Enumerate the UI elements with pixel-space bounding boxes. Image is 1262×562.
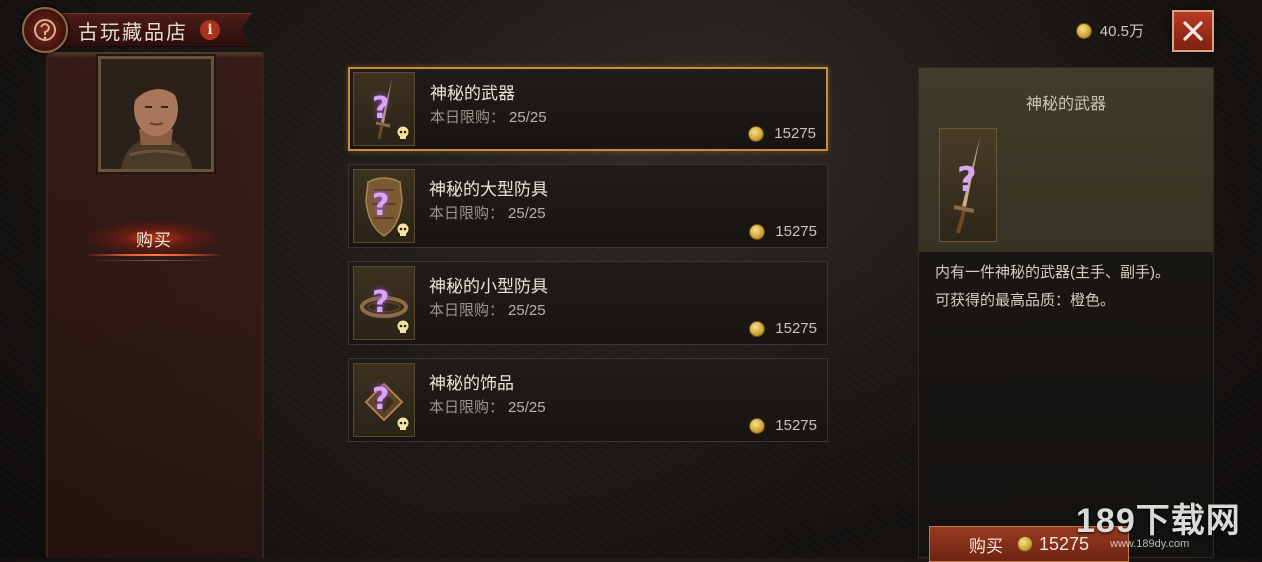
description-contents: 内有一件神秘的武器(主手、副手)。 xyxy=(935,264,1170,281)
gold-coin-icon xyxy=(1075,22,1092,39)
question-mark-icon: ? xyxy=(372,188,390,223)
shop-emblem-icon xyxy=(22,7,68,53)
item-detail-panel: 神秘的武器 ? 内有一件神秘的武器(主手、副手)。 可获得的最高品质：橙色。 xyxy=(918,67,1214,558)
limit-label: 本日限购： xyxy=(429,302,505,319)
gold-coin-icon xyxy=(749,223,766,240)
limit-value: 25/25 xyxy=(508,205,546,222)
tab-buy[interactable]: 购买 xyxy=(84,220,224,256)
price-value: 15275 xyxy=(775,417,817,434)
item-name: 神秘的饰品 xyxy=(429,374,514,393)
limit-label: 本日限购： xyxy=(430,109,506,126)
detail-header: 神秘的武器 ? xyxy=(919,68,1213,252)
list-item-mystery-jewelry[interactable]: ? 神秘的饰品 本日限购： 25/25 15275 xyxy=(348,358,828,442)
price-value: 15275 xyxy=(775,223,817,240)
list-item-mystery-small-armor[interactable]: ? 神秘的小型防具 本日限购： 25/25 15275 xyxy=(348,261,828,345)
watermark-url: www.189dy.com xyxy=(1110,538,1190,550)
gold-coin-icon xyxy=(749,320,766,337)
skull-icon xyxy=(397,223,409,236)
item-price: 15275 xyxy=(749,417,817,434)
question-mark-icon: ? xyxy=(957,160,977,200)
item-price: 15275 xyxy=(749,320,817,337)
currency-display: 40.5万 xyxy=(1075,20,1144,41)
info-icon[interactable]: i xyxy=(200,20,220,40)
watermark-text: 189下载网 xyxy=(1076,502,1241,540)
currency-amount: 40.5万 xyxy=(1099,23,1144,40)
gold-coin-icon xyxy=(749,417,766,434)
item-daily-limit: 本日限购： 25/25 xyxy=(430,106,547,127)
skull-icon xyxy=(397,126,409,139)
question-mark-icon: ? xyxy=(372,91,390,126)
buy-button-label: 购买 xyxy=(968,536,1003,556)
close-icon xyxy=(1183,21,1203,41)
shop-header: 古玩藏品店 i xyxy=(22,7,274,53)
item-daily-limit: 本日限购： 25/25 xyxy=(429,202,546,223)
mystery-small-armor-icon: ? xyxy=(353,266,415,340)
price-value: 15275 xyxy=(774,125,816,142)
item-daily-limit: 本日限购： 25/25 xyxy=(429,299,546,320)
skull-icon xyxy=(397,320,409,333)
mystery-weapon-icon: ? xyxy=(353,72,415,146)
item-name: 神秘的小型防具 xyxy=(429,277,548,296)
vendor-portrait xyxy=(98,56,214,172)
limit-value: 25/25 xyxy=(508,302,546,319)
item-daily-limit: 本日限购： 25/25 xyxy=(429,396,546,417)
shop-title-plate: 古玩藏品店 i xyxy=(60,13,252,47)
price-value: 15275 xyxy=(775,320,817,337)
item-price: 15275 xyxy=(749,223,817,240)
item-list: ? 神秘的武器 本日限购： 25/25 15275 ? 神秘的大型防具 本日限购… xyxy=(348,67,830,455)
question-mark-icon: ? xyxy=(372,285,390,320)
limit-label: 本日限购： xyxy=(429,399,505,416)
limit-label: 本日限购： xyxy=(429,205,505,222)
close-button[interactable] xyxy=(1172,10,1214,52)
mystery-jewelry-icon: ? xyxy=(353,363,415,437)
item-price: 15275 xyxy=(748,125,816,142)
limit-value: 25/25 xyxy=(509,109,547,126)
list-item-mystery-large-armor[interactable]: ? 神秘的大型防具 本日限购： 25/25 15275 xyxy=(348,164,828,248)
item-name: 神秘的大型防具 xyxy=(429,180,548,199)
mystery-large-armor-icon: ? xyxy=(353,169,415,243)
shop-title: 古玩藏品店 xyxy=(78,21,188,44)
description-quality: 可获得的最高品质：橙色。 xyxy=(935,292,1116,309)
mystery-weapon-large-icon: ? xyxy=(939,128,997,242)
detail-title: 神秘的武器 xyxy=(1025,96,1106,113)
list-item-mystery-weapon[interactable]: ? 神秘的武器 本日限购： 25/25 15275 xyxy=(348,67,828,151)
question-mark-icon: ? xyxy=(372,382,390,417)
detail-description: 内有一件神秘的武器(主手、副手)。 可获得的最高品质：橙色。 xyxy=(935,260,1203,316)
gold-coin-icon xyxy=(748,125,765,142)
sidebar-divider xyxy=(88,260,222,261)
vendor-panel: 购买 xyxy=(46,52,264,558)
limit-value: 25/25 xyxy=(508,399,546,416)
item-name: 神秘的武器 xyxy=(430,84,515,103)
skull-icon xyxy=(397,417,409,430)
gold-coin-icon xyxy=(1016,536,1033,552)
